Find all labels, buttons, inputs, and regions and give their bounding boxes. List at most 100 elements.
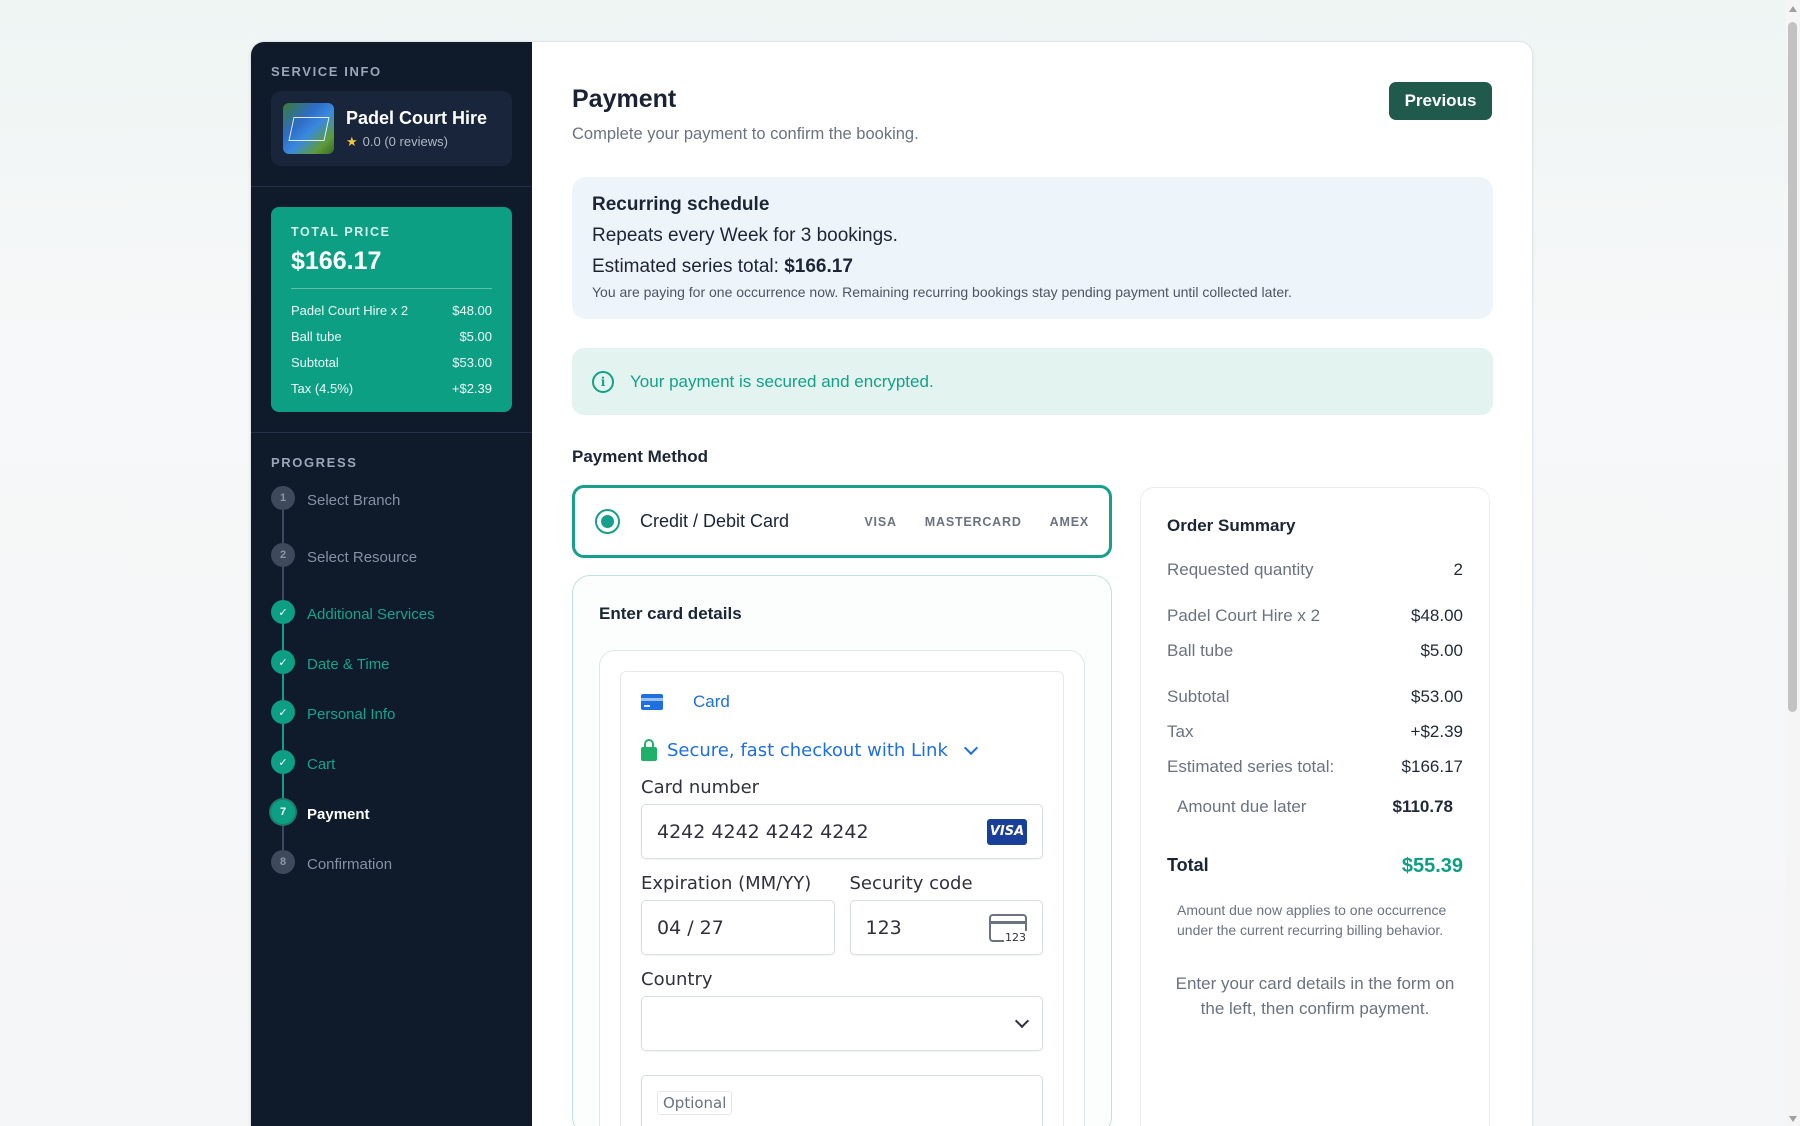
price-row-label: Tax (4.5%) [291, 381, 354, 396]
due-now-note: Amount due now applies to one occurrence… [1177, 902, 1447, 939]
subtotal-label: Subtotal [1167, 687, 1230, 706]
summary-item-value: $5.00 [1420, 641, 1463, 660]
step-number: 1 [271, 486, 295, 510]
expiry-value: 04 / 27 [657, 916, 724, 939]
sidebar: SERVICE INFO Padel Court Hire ★ 0.0 (0 r… [251, 42, 532, 1126]
cvc-group: Security code 123 123 [849, 873, 1043, 955]
card-number-input[interactable]: 4242 4242 4242 4242 VISA [641, 804, 1043, 859]
cvc-card-icon: 123 [989, 913, 1027, 944]
progress-label: PROGRESS [271, 455, 358, 470]
progress-step: ✓ Additional Services [271, 600, 512, 650]
price-breakdown: Padel Court Hire x 2 $48.00 Ball tube $5.0… [291, 303, 492, 396]
card-number-group: Card number 4242 4242 4242 4242 VISA [641, 777, 1043, 859]
service-name: Padel Court Hire [346, 107, 488, 128]
due-later-label: Amount due later [1177, 797, 1307, 816]
visa-logo-icon: VISA [987, 818, 1027, 845]
service-info-label: SERVICE INFO [271, 64, 382, 79]
link-checkout-toggle[interactable]: Secure, fast checkout with Link [641, 738, 1043, 761]
summary-item-label: Padel Court Hire x 2 [1167, 606, 1321, 625]
service-rating: ★ 0.0 (0 reviews) [346, 134, 487, 150]
main-content: Payment Complete your payment to confirm… [532, 42, 1532, 1126]
summary-item-value: $48.00 [1411, 606, 1463, 625]
price-row: Ball tube $5.00 [291, 329, 492, 344]
method-name: Credit / Debit Card [640, 511, 790, 531]
step-label: Payment [307, 806, 370, 823]
step-label: Cart [307, 756, 336, 773]
progress-step: 2 Select Resource [271, 543, 512, 600]
series-total-summary-value: $166.17 [1401, 757, 1463, 776]
progress-step: ✓ Personal Info [271, 700, 512, 750]
booking-shell: SERVICE INFO Padel Court Hire ★ 0.0 (0 r… [250, 41, 1533, 1126]
payment-element-frame: Card Secure, fast checkout with Link Car… [599, 650, 1085, 1126]
order-summary: Order Summary Requested quantity 2 Padel … [1140, 487, 1490, 1126]
service-thumbnail [283, 103, 334, 154]
chevron-down-icon [963, 740, 978, 755]
step-label: Select Branch [307, 492, 401, 509]
price-row-label: Ball tube [291, 329, 342, 344]
check-icon: ✓ [271, 600, 295, 624]
previous-button[interactable]: Previous [1389, 82, 1492, 120]
link-checkout-text: Secure, fast checkout with Link [667, 740, 948, 761]
step-label: Date & Time [307, 656, 390, 673]
total-value: $55.39 [1401, 855, 1463, 877]
scroll-down-arrow-icon[interactable] [1789, 1116, 1797, 1122]
credit-card-option[interactable]: Credit / Debit Card VISA MASTERCARD AMEX [572, 485, 1112, 558]
card-number-label: Card number [641, 777, 760, 798]
chevron-down-icon [1014, 1013, 1030, 1028]
progress-step: ✓ Cart [271, 750, 512, 800]
secure-text: Your payment is secured and encrypted. [630, 371, 934, 391]
requested-quantity-row: Requested quantity 2 [1167, 560, 1463, 580]
secure-notice: i Your payment is secured and encrypted. [572, 348, 1493, 415]
card-details-title: Enter card details [599, 604, 742, 623]
page-scrollbar[interactable] [1785, 0, 1800, 1126]
recurring-schedule-box: Recurring schedule Repeats every Week fo… [572, 177, 1493, 319]
card-brands: VISA MASTERCARD AMEX [864, 515, 1089, 529]
info-icon: i [592, 370, 614, 393]
optional-input[interactable]: Optional [641, 1075, 1043, 1126]
card-number-value: 4242 4242 4242 4242 [657, 820, 869, 843]
page-title: Payment [572, 85, 677, 113]
recurring-repeat: Repeats every Week for 3 bookings. [592, 225, 898, 246]
expiry-cvc-row: Expiration (MM/YY) 04 / 27 Security code… [641, 873, 1043, 955]
step-label: Confirmation [307, 856, 393, 873]
country-select[interactable] [641, 996, 1043, 1051]
due-later-value: $110.78 [1392, 797, 1453, 816]
service-card: Padel Court Hire ★ 0.0 (0 reviews) [271, 91, 512, 166]
progress-step: 1 Select Branch [271, 486, 512, 543]
sidebar-divider [251, 186, 532, 187]
summary-footer: Enter your card details in the form on t… [1175, 973, 1455, 1019]
price-row-value: $53.00 [452, 355, 492, 370]
step-connector [282, 624, 284, 650]
step-label: Personal Info [307, 706, 396, 723]
radio-selected-icon[interactable] [595, 509, 620, 534]
scroll-thumb[interactable] [1788, 22, 1797, 712]
requested-quantity-value: 2 [1453, 560, 1463, 579]
card-details-panel: Enter card details Card Secure, fast che… [572, 575, 1112, 1126]
cvc-input[interactable]: 123 123 [849, 900, 1043, 955]
series-total-label: Estimated series total: [1167, 757, 1335, 776]
tax-row: Tax +$2.39 [1167, 722, 1463, 742]
brand-amex: AMEX [1049, 514, 1089, 529]
scroll-up-arrow-icon[interactable] [1789, 6, 1797, 12]
step-number: 7 [271, 800, 295, 824]
summary-item-row: Ball tube $5.00 [1167, 641, 1463, 661]
check-icon: ✓ [271, 750, 295, 774]
price-row-value: +$2.39 [451, 381, 492, 396]
subtotal-row: Subtotal $53.00 [1167, 687, 1463, 707]
step-connector [282, 724, 284, 750]
card-tab[interactable]: Card [641, 692, 1043, 712]
step-label: Additional Services [307, 606, 435, 623]
expiry-input[interactable]: 04 / 27 [641, 900, 835, 955]
price-row: Subtotal $53.00 [291, 355, 492, 370]
recurring-note: You are paying for one occurrence now. R… [592, 284, 1292, 300]
country-group: Country [641, 969, 1043, 1051]
series-prefix: Estimated series total: [592, 256, 785, 277]
step-connector [282, 774, 284, 800]
price-row-label: Subtotal [291, 355, 339, 370]
cvc-value: 123 [865, 916, 902, 939]
credit-card-icon [641, 694, 663, 710]
card-tab-label: Card [693, 692, 730, 711]
country-label: Country [641, 969, 713, 990]
price-row: Tax (4.5%) +$2.39 [291, 381, 492, 396]
tax-value: +$2.39 [1410, 722, 1463, 741]
